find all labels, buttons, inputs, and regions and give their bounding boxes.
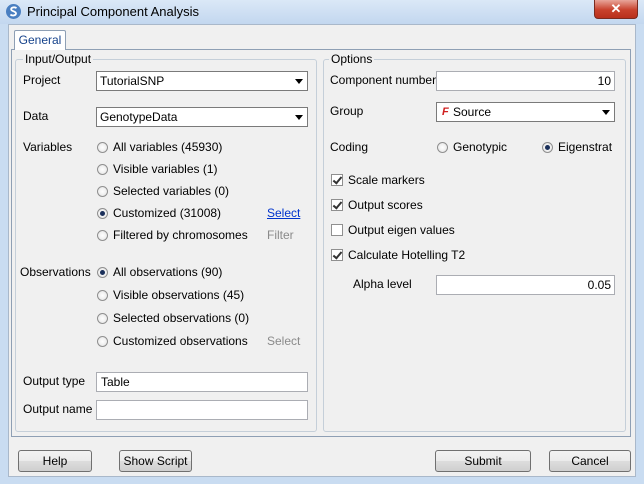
radio-all-variables[interactable] xyxy=(97,142,108,153)
scale-markers-label: Scale markers xyxy=(348,173,425,187)
group-value: Source xyxy=(453,105,492,119)
variables-label: Variables xyxy=(23,140,73,154)
options-group: Options Component number 10 Group F Sour… xyxy=(323,52,626,432)
radio-eigenstrat[interactable] xyxy=(542,142,553,153)
output-type-label: Output type xyxy=(23,374,86,388)
visible-observations-label: Visible observations (45) xyxy=(113,288,245,302)
cancel-button[interactable]: Cancel xyxy=(549,450,631,472)
radio-visible-observations[interactable] xyxy=(97,290,108,301)
radio-selected-variables[interactable] xyxy=(97,186,108,197)
chevron-down-icon xyxy=(602,110,610,115)
checkbox-scale-markers[interactable] xyxy=(331,174,343,186)
options-legend: Options xyxy=(329,52,375,66)
show-script-button[interactable]: Show Script xyxy=(119,450,192,472)
input-output-legend: Input/Output xyxy=(23,52,94,66)
customized-variables-label: Customized (31008) xyxy=(113,206,222,220)
radio-visible-variables[interactable] xyxy=(97,164,108,175)
output-type-value: Table xyxy=(101,375,130,389)
group-select[interactable]: F Source xyxy=(436,102,615,122)
close-button[interactable]: ✕ xyxy=(594,0,638,19)
checkbox-hotelling-t2[interactable] xyxy=(331,249,343,261)
project-label: Project xyxy=(23,73,61,87)
customized-observations-label: Customized observations xyxy=(113,334,248,348)
alpha-level-value: 0.05 xyxy=(587,278,611,292)
checkbox-output-scores[interactable] xyxy=(331,199,343,211)
data-label: Data xyxy=(23,109,49,123)
chevron-down-icon xyxy=(295,115,303,120)
general-tab-panel: Input/Output Project TutorialSNP Data Ge… xyxy=(11,49,631,437)
all-variables-label: All variables (45930) xyxy=(113,140,223,154)
radio-customized-observations[interactable] xyxy=(97,336,108,347)
output-name-label: Output name xyxy=(23,402,93,416)
hotelling-t2-label: Calculate Hotelling T2 xyxy=(348,248,466,262)
radio-selected-observations[interactable] xyxy=(97,313,108,324)
help-button[interactable]: Help xyxy=(18,450,92,472)
component-number-label: Component number xyxy=(330,73,437,87)
checkbox-output-eigen-values[interactable] xyxy=(331,224,343,236)
component-number-value: 10 xyxy=(597,74,611,88)
coding-label: Coding xyxy=(330,140,369,154)
visible-variables-label: Visible variables (1) xyxy=(113,162,218,176)
output-eigen-values-label: Output eigen values xyxy=(348,223,455,237)
radio-all-observations[interactable] xyxy=(97,267,108,278)
factor-icon: F xyxy=(442,106,449,118)
radio-customized-variables[interactable] xyxy=(97,208,108,219)
selected-variables-label: Selected variables (0) xyxy=(113,184,230,198)
dialog-body: General Input/Output Project TutorialSNP… xyxy=(8,24,636,477)
app-logo-icon xyxy=(6,4,21,19)
chevron-down-icon xyxy=(295,79,303,84)
data-select[interactable]: GenotypeData xyxy=(96,107,308,127)
group-label: Group xyxy=(330,104,364,118)
output-type-field[interactable]: Table xyxy=(96,372,308,392)
genotypic-label: Genotypic xyxy=(453,140,508,154)
observations-select-link[interactable]: Select xyxy=(267,334,300,348)
tab-general[interactable]: General xyxy=(14,30,66,50)
all-observations-label: All observations (90) xyxy=(113,265,223,279)
radio-filtered-chromosomes[interactable] xyxy=(97,230,108,241)
input-output-group: Input/Output Project TutorialSNP Data Ge… xyxy=(15,52,317,432)
data-value: GenotypeData xyxy=(100,110,178,124)
alpha-level-label: Alpha level xyxy=(353,277,412,291)
filtered-chromosomes-label: Filtered by chromosomes xyxy=(113,228,248,242)
title-bar: Principal Component Analysis ✕ xyxy=(0,0,644,24)
window-title: Principal Component Analysis xyxy=(27,4,199,19)
project-value: TutorialSNP xyxy=(100,74,165,88)
observations-label: Observations xyxy=(20,265,91,279)
eigenstrat-label: Eigenstrat xyxy=(558,140,613,154)
variables-select-link[interactable]: Select xyxy=(267,206,300,220)
output-scores-label: Output scores xyxy=(348,198,423,212)
component-number-field[interactable]: 10 xyxy=(436,71,615,91)
selected-observations-label: Selected observations (0) xyxy=(113,311,250,325)
radio-genotypic[interactable] xyxy=(437,142,448,153)
variables-filter-link[interactable]: Filter xyxy=(267,228,294,242)
submit-button[interactable]: Submit xyxy=(435,450,531,472)
output-name-field[interactable] xyxy=(96,400,308,420)
alpha-level-field[interactable]: 0.05 xyxy=(436,275,615,295)
project-select[interactable]: TutorialSNP xyxy=(96,71,308,91)
close-icon: ✕ xyxy=(610,1,622,16)
